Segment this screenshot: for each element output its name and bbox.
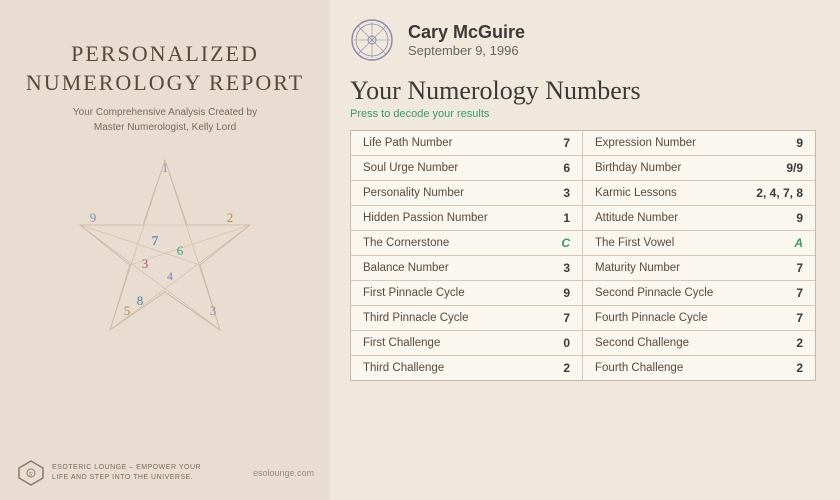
number-row[interactable]: The First Vowel A [583,231,815,256]
brand-logo: E ESOTERIC LOUNGE – EMPOWER YOUR LIFE AN… [16,458,201,488]
number-value: A [794,236,803,250]
section-subtitle: Press to decode your results [350,108,816,120]
header-info: Cary McGuire September 9, 1996 [408,22,525,58]
star-graphic: 1 2 3 5 9 7 6 3 4 8 [65,150,265,350]
number-value: 1 [563,211,570,225]
svg-text:3: 3 [142,256,149,271]
number-row[interactable]: First Challenge 0 [351,331,583,356]
svg-text:5: 5 [124,303,131,318]
number-row[interactable]: Fourth Challenge 2 [583,356,815,380]
number-label: Third Pinnacle Cycle [363,312,468,324]
number-label: Soul Urge Number [363,162,458,174]
number-row[interactable]: Karmic Lessons 2, 4, 7, 8 [583,181,815,206]
number-row[interactable]: Third Challenge 2 [351,356,583,380]
section-title: Your Numerology Numbers [350,76,816,106]
number-value: 6 [563,161,570,175]
number-row[interactable]: Expression Number 9 [583,131,815,156]
number-label: Third Challenge [363,362,444,374]
number-label: First Pinnacle Cycle [363,287,465,299]
number-value: 2 [796,336,803,350]
svg-text:1: 1 [162,160,169,175]
right-panel: Cary McGuire September 9, 1996 Your Nume… [330,0,840,500]
number-label: Second Challenge [595,337,689,349]
number-row[interactable]: Second Pinnacle Cycle 7 [583,281,815,306]
number-row[interactable]: Second Challenge 2 [583,331,815,356]
user-date: September 9, 1996 [408,43,525,58]
number-value: 0 [563,336,570,350]
number-label: The First Vowel [595,237,674,249]
profile-icon [350,18,394,62]
number-row[interactable]: Life Path Number 7 [351,131,583,156]
svg-text:3: 3 [210,303,217,318]
user-name: Cary McGuire [408,22,525,43]
number-label: Personality Number [363,187,464,199]
number-label: Hidden Passion Number [363,212,488,224]
footer-tagline: ESOTERIC LOUNGE – EMPOWER YOUR LIFE AND … [52,463,201,483]
number-label: Attitude Number [595,212,678,224]
number-value: 7 [563,311,570,325]
number-value: 9 [796,136,803,150]
number-row[interactable]: Birthday Number 9/9 [583,156,815,181]
number-label: Expression Number [595,137,696,149]
number-row[interactable]: First Pinnacle Cycle 9 [351,281,583,306]
number-label: Maturity Number [595,262,680,274]
left-title: Personalized Numerology Report Your Comp… [0,40,330,135]
number-label: Birthday Number [595,162,681,174]
number-row[interactable]: Balance Number 3 [351,256,583,281]
report-subtitle: Your Comprehensive Analysis Created by M… [0,105,330,135]
logo-icon: E [16,458,46,488]
number-value: 9 [796,211,803,225]
left-panel: Personalized Numerology Report Your Comp… [0,0,330,500]
number-row[interactable]: Maturity Number 7 [583,256,815,281]
number-value: 9 [563,286,570,300]
number-label: The Cornerstone [363,237,449,249]
number-label: Karmic Lessons [595,187,677,199]
number-value: 7 [796,261,803,275]
number-value: 3 [563,186,570,200]
report-title: Personalized Numerology Report [0,40,330,97]
number-label: Balance Number [363,262,449,274]
number-label: Fourth Pinnacle Cycle [595,312,708,324]
number-value: 2, 4, 7, 8 [756,186,803,200]
numbers-grid: Life Path Number 7 Expression Number 9 Soul … [350,130,816,381]
svg-text:8: 8 [137,293,144,308]
number-value: C [561,236,570,250]
svg-text:6: 6 [177,243,184,258]
number-row[interactable]: Soul Urge Number 6 [351,156,583,181]
number-row[interactable]: The Cornerstone C [351,231,583,256]
number-label: Fourth Challenge [595,362,683,374]
number-row[interactable]: Personality Number 3 [351,181,583,206]
svg-text:9: 9 [90,210,97,225]
number-row[interactable]: Fourth Pinnacle Cycle 7 [583,306,815,331]
svg-text:4: 4 [167,269,173,283]
svg-text:E: E [29,471,33,479]
svg-text:2: 2 [227,210,234,225]
number-value: 3 [563,261,570,275]
svg-text:7: 7 [152,234,159,249]
number-value: 7 [796,286,803,300]
number-row[interactable]: Attitude Number 9 [583,206,815,231]
footer-url: esolounge.com [253,468,314,478]
number-row[interactable]: Third Pinnacle Cycle 7 [351,306,583,331]
number-value: 2 [563,361,570,375]
number-value: 2 [796,361,803,375]
number-value: 7 [796,311,803,325]
number-row[interactable]: Hidden Passion Number 1 [351,206,583,231]
number-label: Second Pinnacle Cycle [595,287,713,299]
number-value: 9/9 [786,161,803,175]
user-header: Cary McGuire September 9, 1996 [350,18,816,62]
number-label: Life Path Number [363,137,453,149]
footer: E ESOTERIC LOUNGE – EMPOWER YOUR LIFE AN… [0,458,330,488]
number-label: First Challenge [363,337,440,349]
number-value: 7 [563,136,570,150]
